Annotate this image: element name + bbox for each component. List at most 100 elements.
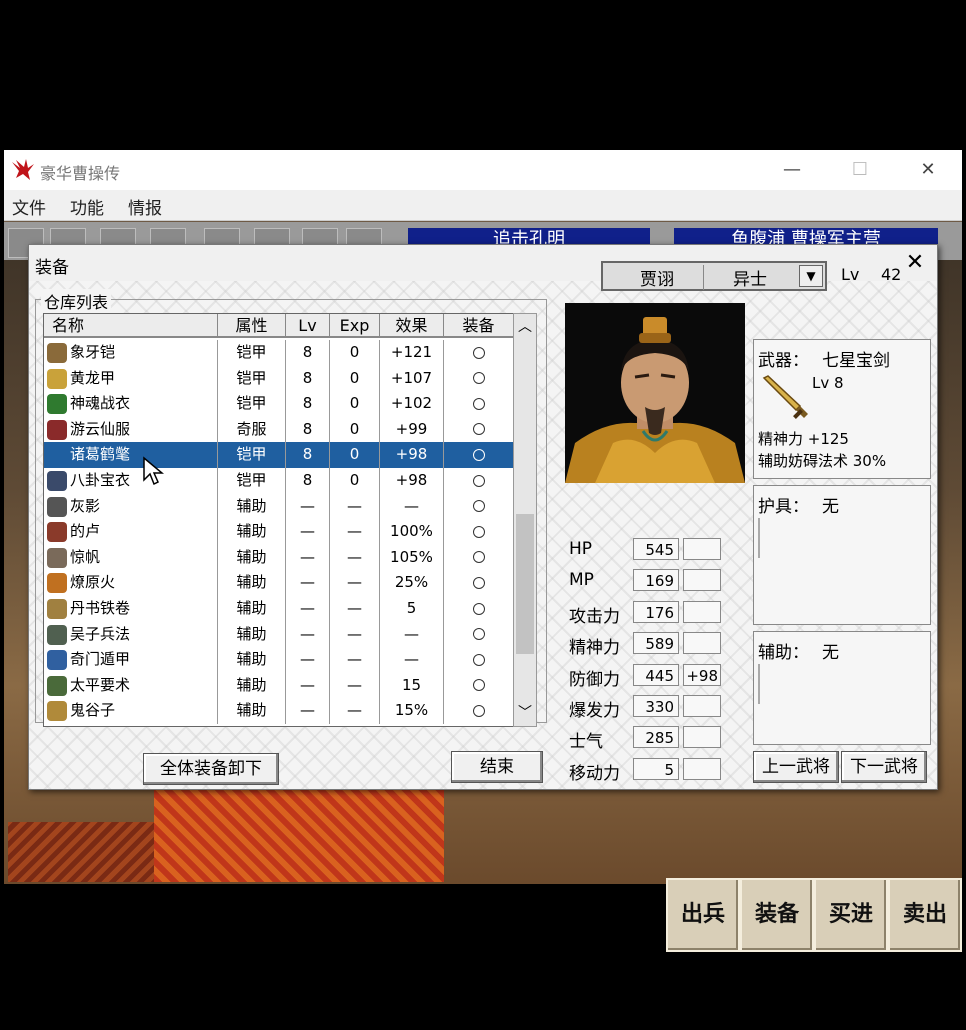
table-row[interactable]: 丹书铁卷 辅助 — —5: [44, 596, 514, 622]
stat-value: 445: [633, 663, 679, 686]
cell-lv: 8: [286, 416, 330, 443]
cell-lv: —: [286, 519, 330, 545]
cell-name: 象牙铠: [44, 340, 218, 366]
table-row[interactable]: 燎原火 辅助 — —25%: [44, 570, 514, 596]
menu-intel[interactable]: 情报: [128, 194, 162, 219]
cell-name: 太平要术: [44, 672, 218, 699]
assist-panel[interactable]: 辅助： 无: [753, 631, 931, 745]
equip-indicator: [444, 391, 514, 417]
table-row[interactable]: 惊帆 辅助 — —105%: [44, 544, 514, 571]
cell-name: 惊帆: [44, 544, 218, 571]
table-row[interactable]: 的卢 辅助 — —100%: [44, 519, 514, 545]
scroll-up-icon[interactable]: ︿: [514, 316, 536, 336]
cell-exp: —: [330, 544, 380, 571]
circle-icon: [472, 397, 485, 410]
cell-name: 鬼谷子: [44, 698, 218, 724]
slot-divider: [758, 664, 760, 704]
unequip-all-button[interactable]: 全体装备卸下: [143, 753, 279, 785]
table-row[interactable]: 八卦宝衣 铠甲 8 0 +98: [44, 468, 514, 494]
table-row[interactable]: 象牙铠 铠甲 8 0 +121: [44, 340, 514, 366]
character-select[interactable]: 贾诩 异士 ▼: [601, 261, 827, 291]
equip-indicator: [444, 596, 514, 622]
col-header-name[interactable]: 名称: [44, 314, 218, 338]
cell-type: 辅助: [218, 647, 286, 673]
circle-icon: [472, 525, 485, 538]
menu-function[interactable]: 功能: [70, 194, 104, 219]
table-scrollbar[interactable]: ︿ ﹀: [513, 313, 537, 727]
stat-label: HP: [569, 539, 593, 559]
cell-lv: —: [286, 647, 330, 673]
cell-effect: +102: [380, 391, 444, 417]
equip-indicator: [444, 672, 514, 699]
weapon-panel[interactable]: 武器： 七星宝剑 Lv 8 精神力 +125 辅助妨碍法术 30%: [753, 339, 931, 479]
col-header-equip[interactable]: 装备: [444, 314, 514, 338]
weapon-effect-1: 精神力 +125: [758, 430, 849, 448]
cell-name: 游云仙服: [44, 416, 218, 443]
equip-indicator: [444, 621, 514, 648]
cell-type: 辅助: [218, 544, 286, 571]
circle-icon: [472, 474, 485, 487]
bird-icon: [12, 159, 34, 180]
equip-button[interactable]: 装备: [740, 878, 814, 952]
table-body: 象牙铠 铠甲 8 0 +121 黄龙甲 铠甲 8 0 +107 神魂战衣 铠甲 8 0 +102 游云仙服 奇服…: [44, 340, 514, 726]
close-window-button[interactable]: ✕: [904, 156, 952, 184]
next-general-button[interactable]: 下一武将: [841, 751, 927, 783]
cell-lv: —: [286, 570, 330, 596]
assist-label: 辅助：: [758, 643, 809, 663]
col-header-effect[interactable]: 效果: [380, 314, 444, 338]
end-button[interactable]: 结束: [451, 751, 543, 783]
cell-exp: —: [330, 519, 380, 545]
character-class: 异士: [703, 265, 796, 290]
col-header-lv[interactable]: Lv: [286, 314, 330, 338]
cell-lv: 8: [286, 340, 330, 366]
equip-indicator: [444, 519, 514, 545]
scroll-thumb[interactable]: [516, 514, 534, 654]
cell-exp: 0: [330, 468, 380, 494]
cell-effect: +121: [380, 340, 444, 366]
table-row[interactable]: 黄龙甲 铠甲 8 0 +107: [44, 365, 514, 392]
table-row[interactable]: 太平要术 辅助 — —15: [44, 672, 514, 699]
warehouse-table: 名称 属性 Lv Exp 效果 装备 象牙铠 铠甲 8 0 +121 黄龙甲 铠甲 8 0 +10…: [43, 313, 515, 727]
menu-file[interactable]: 文件: [12, 194, 46, 219]
sell-button[interactable]: 卖出: [888, 878, 962, 952]
buy-button[interactable]: 买进: [814, 878, 888, 952]
table-row[interactable]: 神魂战衣 铠甲 8 0 +102: [44, 391, 514, 417]
table-row[interactable]: 奇门遁甲 辅助 — — —: [44, 647, 514, 673]
chevron-down-icon[interactable]: ▼: [799, 265, 823, 287]
equip-indicator: [444, 570, 514, 596]
table-row[interactable]: 游云仙服 奇服 8 0 +99: [44, 416, 514, 443]
table-row[interactable]: 灰影 辅助 — — —: [44, 493, 514, 520]
cell-exp: —: [330, 570, 380, 596]
armor-panel[interactable]: 护具： 无: [753, 485, 931, 625]
cell-type: 铠甲: [218, 442, 286, 468]
scroll-down-icon[interactable]: ﹀: [514, 702, 536, 722]
cell-effect: +98: [380, 442, 444, 468]
stat-value: 545: [633, 538, 679, 560]
cell-name: 燎原火: [44, 570, 218, 596]
cell-type: 奇服: [218, 416, 286, 443]
dialog-title: 装备: [35, 258, 69, 278]
cell-exp: —: [330, 493, 380, 520]
circle-icon: [472, 551, 485, 564]
stat-label: 精神力: [569, 638, 620, 659]
carpet-decoration: [154, 782, 444, 882]
cell-type: 辅助: [218, 672, 286, 699]
cell-exp: 0: [330, 416, 380, 443]
maximize-button[interactable]: ☐: [836, 156, 884, 184]
stat-bonus: [683, 726, 721, 749]
cell-lv: —: [286, 621, 330, 648]
prev-general-button[interactable]: 上一武将: [753, 751, 839, 783]
deploy-button[interactable]: 出兵: [666, 878, 740, 952]
minimize-button[interactable]: —: [768, 156, 816, 184]
slot-divider: [758, 518, 760, 558]
stats-block: [29, 245, 30, 246]
cell-type: 辅助: [218, 519, 286, 545]
close-icon[interactable]: ✕: [901, 249, 929, 277]
col-header-type[interactable]: 属性: [218, 314, 286, 338]
table-row[interactable]: 吴子兵法 辅助 — — —: [44, 621, 514, 648]
cell-exp: —: [330, 647, 380, 673]
table-row[interactable]: 鬼谷子 辅助 — —15%: [44, 698, 514, 724]
col-header-exp[interactable]: Exp: [330, 314, 380, 338]
cell-effect: 15: [380, 672, 444, 699]
table-row[interactable]: 诸葛鹤氅 铠甲 8 0 +98: [44, 442, 514, 468]
